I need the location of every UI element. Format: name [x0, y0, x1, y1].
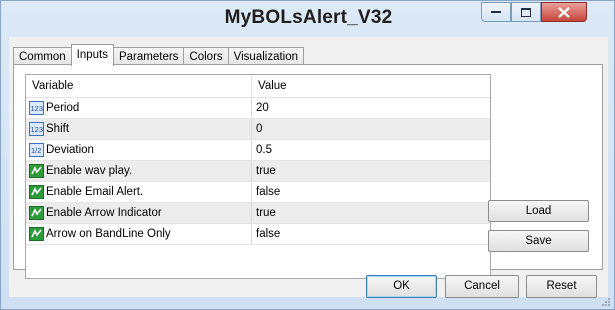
- value-field[interactable]: false: [252, 224, 490, 244]
- variable-name: Enable Email Alert.: [46, 186, 144, 198]
- variable-name: Deviation: [46, 144, 94, 156]
- table-row[interactable]: 1/2 Deviation 0.5: [26, 140, 490, 161]
- value-field[interactable]: 0: [252, 119, 490, 139]
- maximize-icon: [521, 7, 531, 17]
- variable-name: Enable Arrow Indicator: [46, 207, 162, 219]
- table-row[interactable]: 123 Period 20: [26, 98, 490, 119]
- variable-name: Enable wav play.: [46, 165, 133, 177]
- minimize-icon: [491, 10, 501, 14]
- ok-button[interactable]: OK: [366, 275, 437, 298]
- variable-name: Period: [46, 102, 80, 114]
- svg-text:123: 123: [31, 104, 44, 113]
- reset-button[interactable]: Reset: [526, 275, 597, 298]
- bool-icon: [29, 185, 44, 199]
- bool-icon: [29, 206, 44, 220]
- double-icon: 1/2: [29, 143, 44, 157]
- dialog-window: MyBOLsAlert_V32 Common Inputs Parameters…: [0, 0, 615, 310]
- cancel-button[interactable]: Cancel: [445, 275, 519, 298]
- column-header-variable[interactable]: Variable: [26, 75, 252, 97]
- integer-icon: 123: [29, 101, 44, 115]
- table-row[interactable]: 123 Shift 0: [26, 119, 490, 140]
- table-row[interactable]: Enable Arrow Indicator true: [26, 203, 490, 224]
- bool-icon: [29, 164, 44, 178]
- table-row[interactable]: Enable Email Alert. false: [26, 182, 490, 203]
- svg-text:1/2: 1/2: [31, 146, 41, 155]
- value-field[interactable]: false: [252, 182, 490, 202]
- grid-header: Variable Value: [26, 75, 490, 98]
- variable-name: Shift: [46, 123, 70, 135]
- value-field[interactable]: 0.5: [252, 140, 490, 160]
- inputs-grid: Variable Value 123 Period 20 123 Shift 0: [25, 74, 491, 279]
- value-field[interactable]: true: [252, 161, 490, 181]
- integer-icon: 123: [29, 122, 44, 136]
- bool-icon: [29, 227, 44, 241]
- minimize-button[interactable]: [481, 2, 511, 22]
- close-button[interactable]: [541, 2, 587, 22]
- load-button[interactable]: Load: [488, 200, 589, 222]
- save-button[interactable]: Save: [488, 230, 589, 252]
- value-field[interactable]: 20: [252, 98, 490, 118]
- table-row[interactable]: Arrow on BandLine Only false: [26, 224, 490, 245]
- svg-text:123: 123: [31, 125, 44, 134]
- column-header-value[interactable]: Value: [252, 75, 490, 97]
- tab-bar: Common Inputs Parameters Colors Visualiz…: [13, 44, 305, 66]
- close-icon: [558, 6, 570, 18]
- resize-grip-icon[interactable]: [601, 296, 611, 306]
- maximize-button[interactable]: [511, 2, 541, 22]
- tab-inputs[interactable]: Inputs: [70, 44, 114, 66]
- variable-name: Arrow on BandLine Only: [46, 228, 171, 240]
- value-field[interactable]: true: [252, 203, 490, 223]
- table-row[interactable]: Enable wav play. true: [26, 161, 490, 182]
